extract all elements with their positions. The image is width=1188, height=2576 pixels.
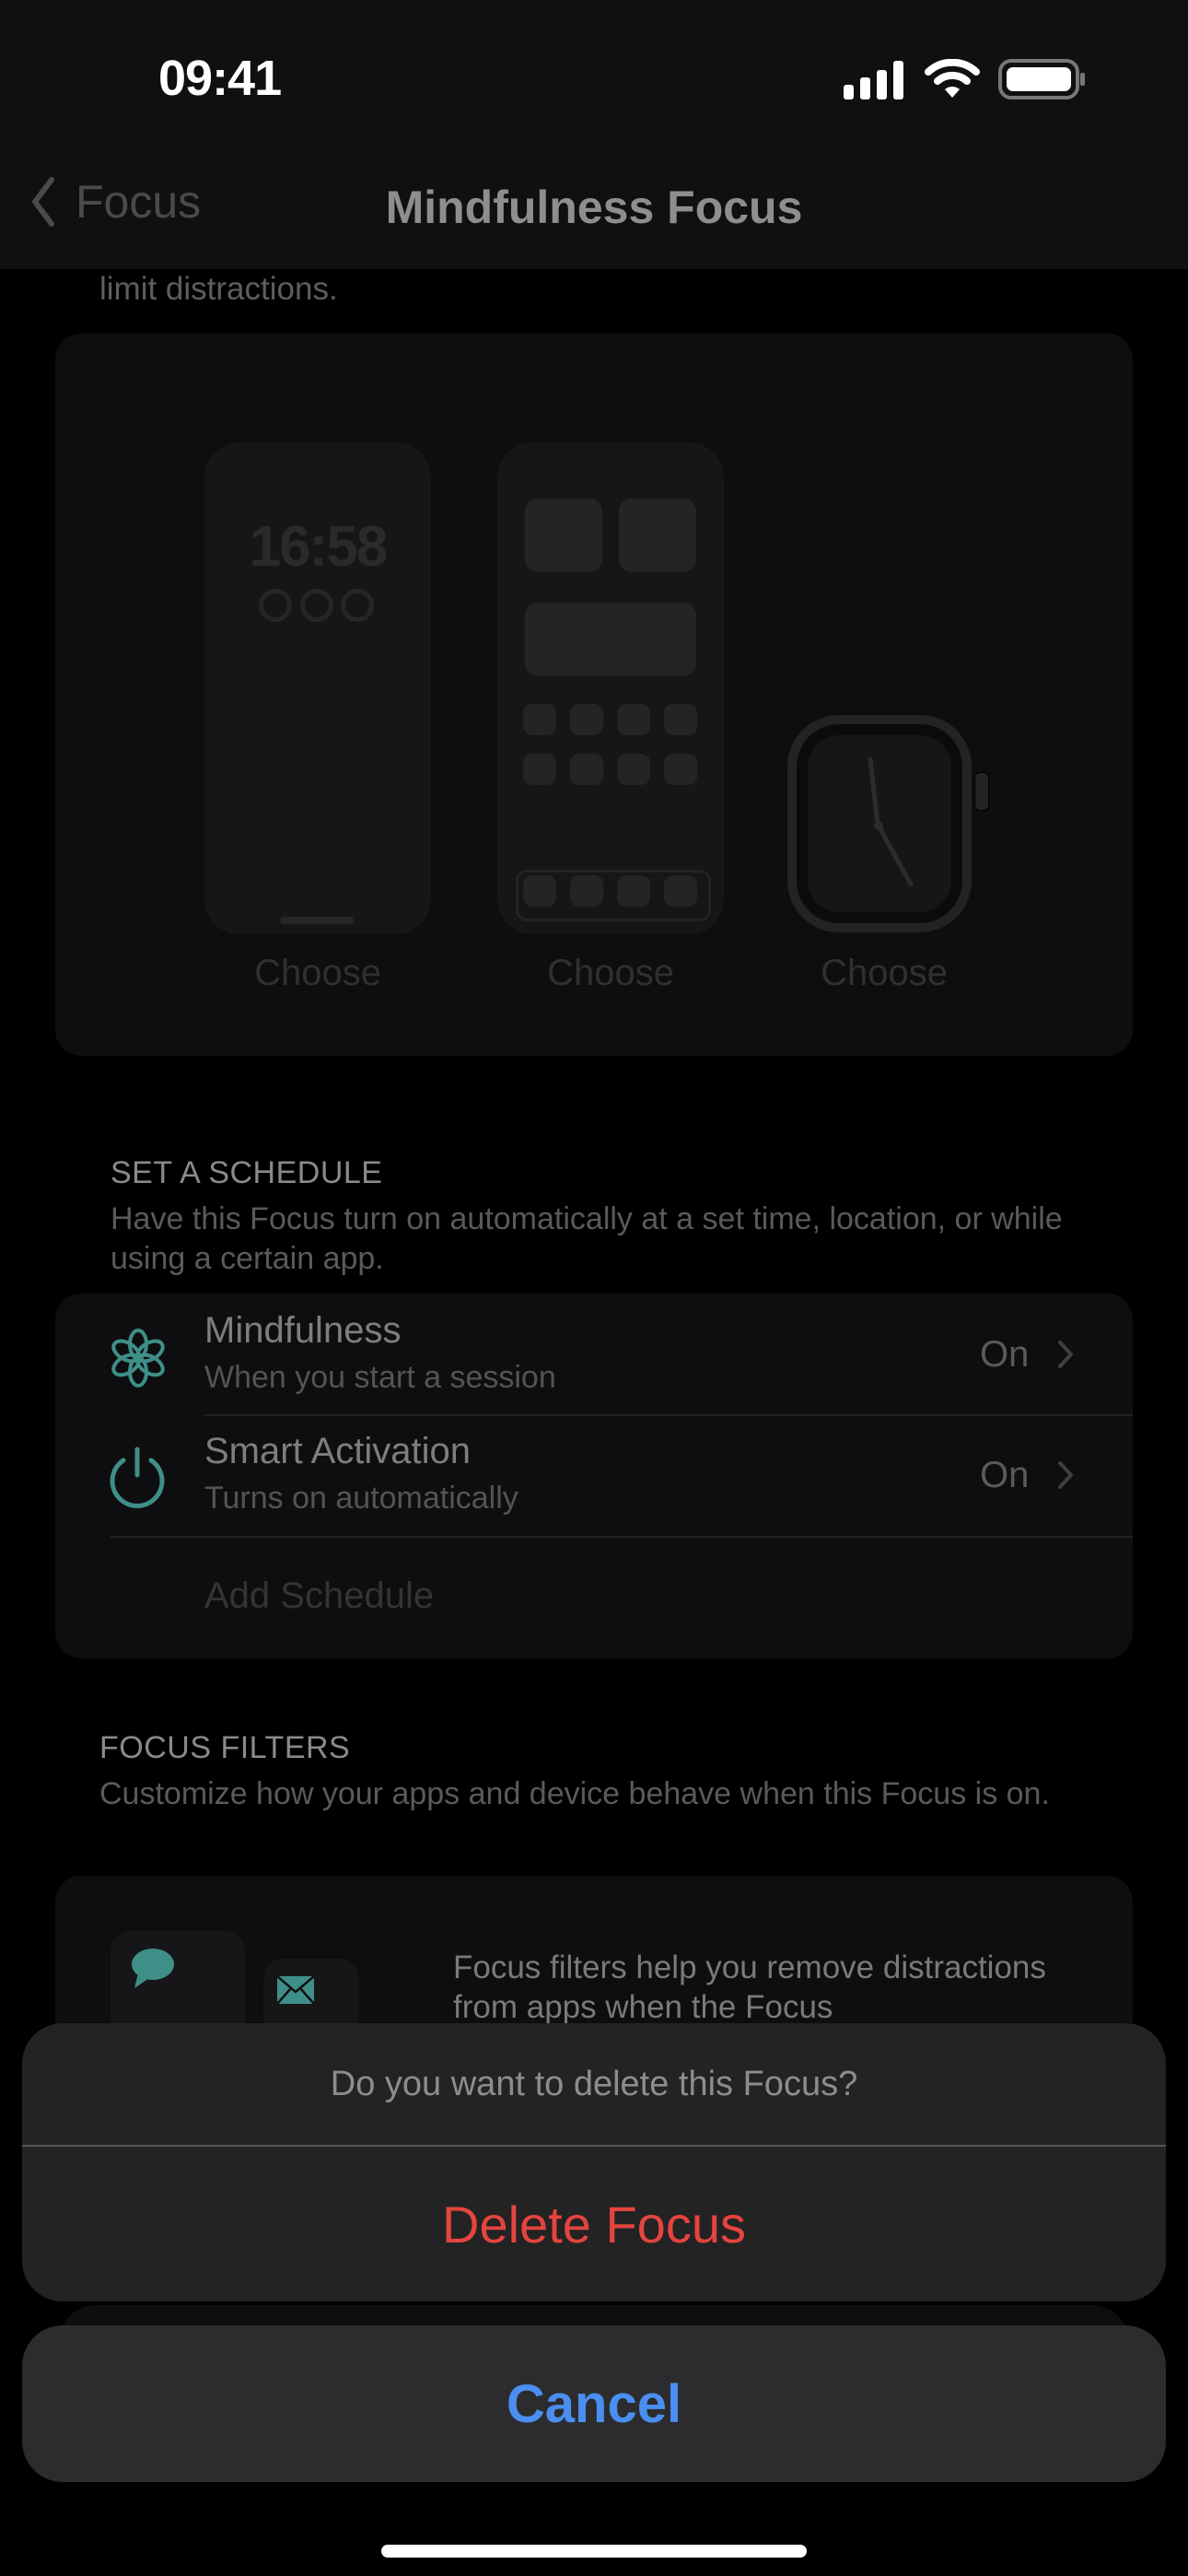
focus-filters-info: Focus filters help you remove distractio… [453, 1950, 1046, 2025]
app-icon-placeholder [664, 754, 697, 785]
schedule-row-mindfulness[interactable]: Mindfulness When you start a session On [55, 1294, 1133, 1415]
chevron-right-icon [1058, 1461, 1073, 1489]
row-separator [111, 1536, 1133, 1538]
widget-tile-wide [525, 603, 696, 676]
chevron-right-icon [1058, 1341, 1073, 1368]
app-icon-placeholder [523, 754, 556, 785]
schedule-row-smart-activation[interactable]: Smart Activation Turns on automatically … [55, 1416, 1133, 1536]
app-icon-placeholder [523, 704, 556, 735]
watch-crown [974, 772, 989, 811]
filters-section-description: Customize how your apps and device behav… [99, 1776, 1050, 1811]
wifi-icon [925, 59, 980, 98]
mail-envelope-icon [276, 1975, 315, 2005]
delete-focus-button[interactable]: Delete Focus [22, 2147, 1166, 2301]
widget-ring-icon [341, 589, 374, 622]
app-icon-placeholder [570, 754, 603, 785]
row-value: On [980, 1334, 1030, 1375]
schedule-section-description: Have this Focus turn on automatically at… [111, 1201, 1063, 1276]
choose-watch-face-button[interactable]: Choose [774, 953, 995, 994]
app-icon-placeholder [570, 704, 603, 735]
home-bar-icon [280, 917, 354, 924]
add-schedule-button[interactable]: Add Schedule [204, 1575, 434, 1617]
widget-tile [619, 498, 696, 572]
app-icon-placeholder [617, 704, 650, 735]
row-title: Smart Activation [204, 1431, 472, 1471]
schedule-section-header: SET A SCHEDULE [111, 1155, 383, 1190]
home-indicator[interactable] [381, 2545, 807, 2558]
row-value: On [980, 1455, 1030, 1495]
message-bubble-icon [132, 1949, 174, 1988]
delete-action-sheet: Do you want to delete this Focus? Delete… [22, 2023, 1166, 2301]
page-title: Mindfulness Focus [385, 181, 803, 233]
choose-lock-screen-button[interactable]: Choose [204, 953, 431, 994]
power-icon [110, 1446, 165, 1508]
choose-home-screen-button[interactable]: Choose [497, 953, 724, 994]
widget-tile [525, 498, 602, 572]
dock [516, 870, 711, 921]
widget-ring-icon [259, 589, 292, 622]
lock-screen-time: 16:58 [249, 515, 389, 579]
intro-text: limit distractions. [99, 271, 338, 307]
widget-ring-icon [300, 589, 333, 622]
row-title: Mindfulness [204, 1310, 402, 1351]
filters-section-header: FOCUS FILTERS [99, 1730, 351, 1765]
cellular-signal-icon [844, 61, 903, 100]
cancel-button[interactable]: Cancel [22, 2325, 1166, 2482]
row-subtitle: Turns on automatically [204, 1481, 518, 1516]
app-icon-placeholder [664, 704, 697, 735]
row-subtitle: When you start a session [204, 1360, 556, 1395]
app-icon-placeholder [617, 754, 650, 785]
status-time: 09:41 [158, 51, 282, 106]
action-sheet-message: Do you want to delete this Focus? [330, 2064, 858, 2103]
clock-hands-icon [868, 756, 914, 887]
mindfulness-flower-icon [111, 1329, 165, 1388]
battery-icon [998, 59, 1085, 100]
